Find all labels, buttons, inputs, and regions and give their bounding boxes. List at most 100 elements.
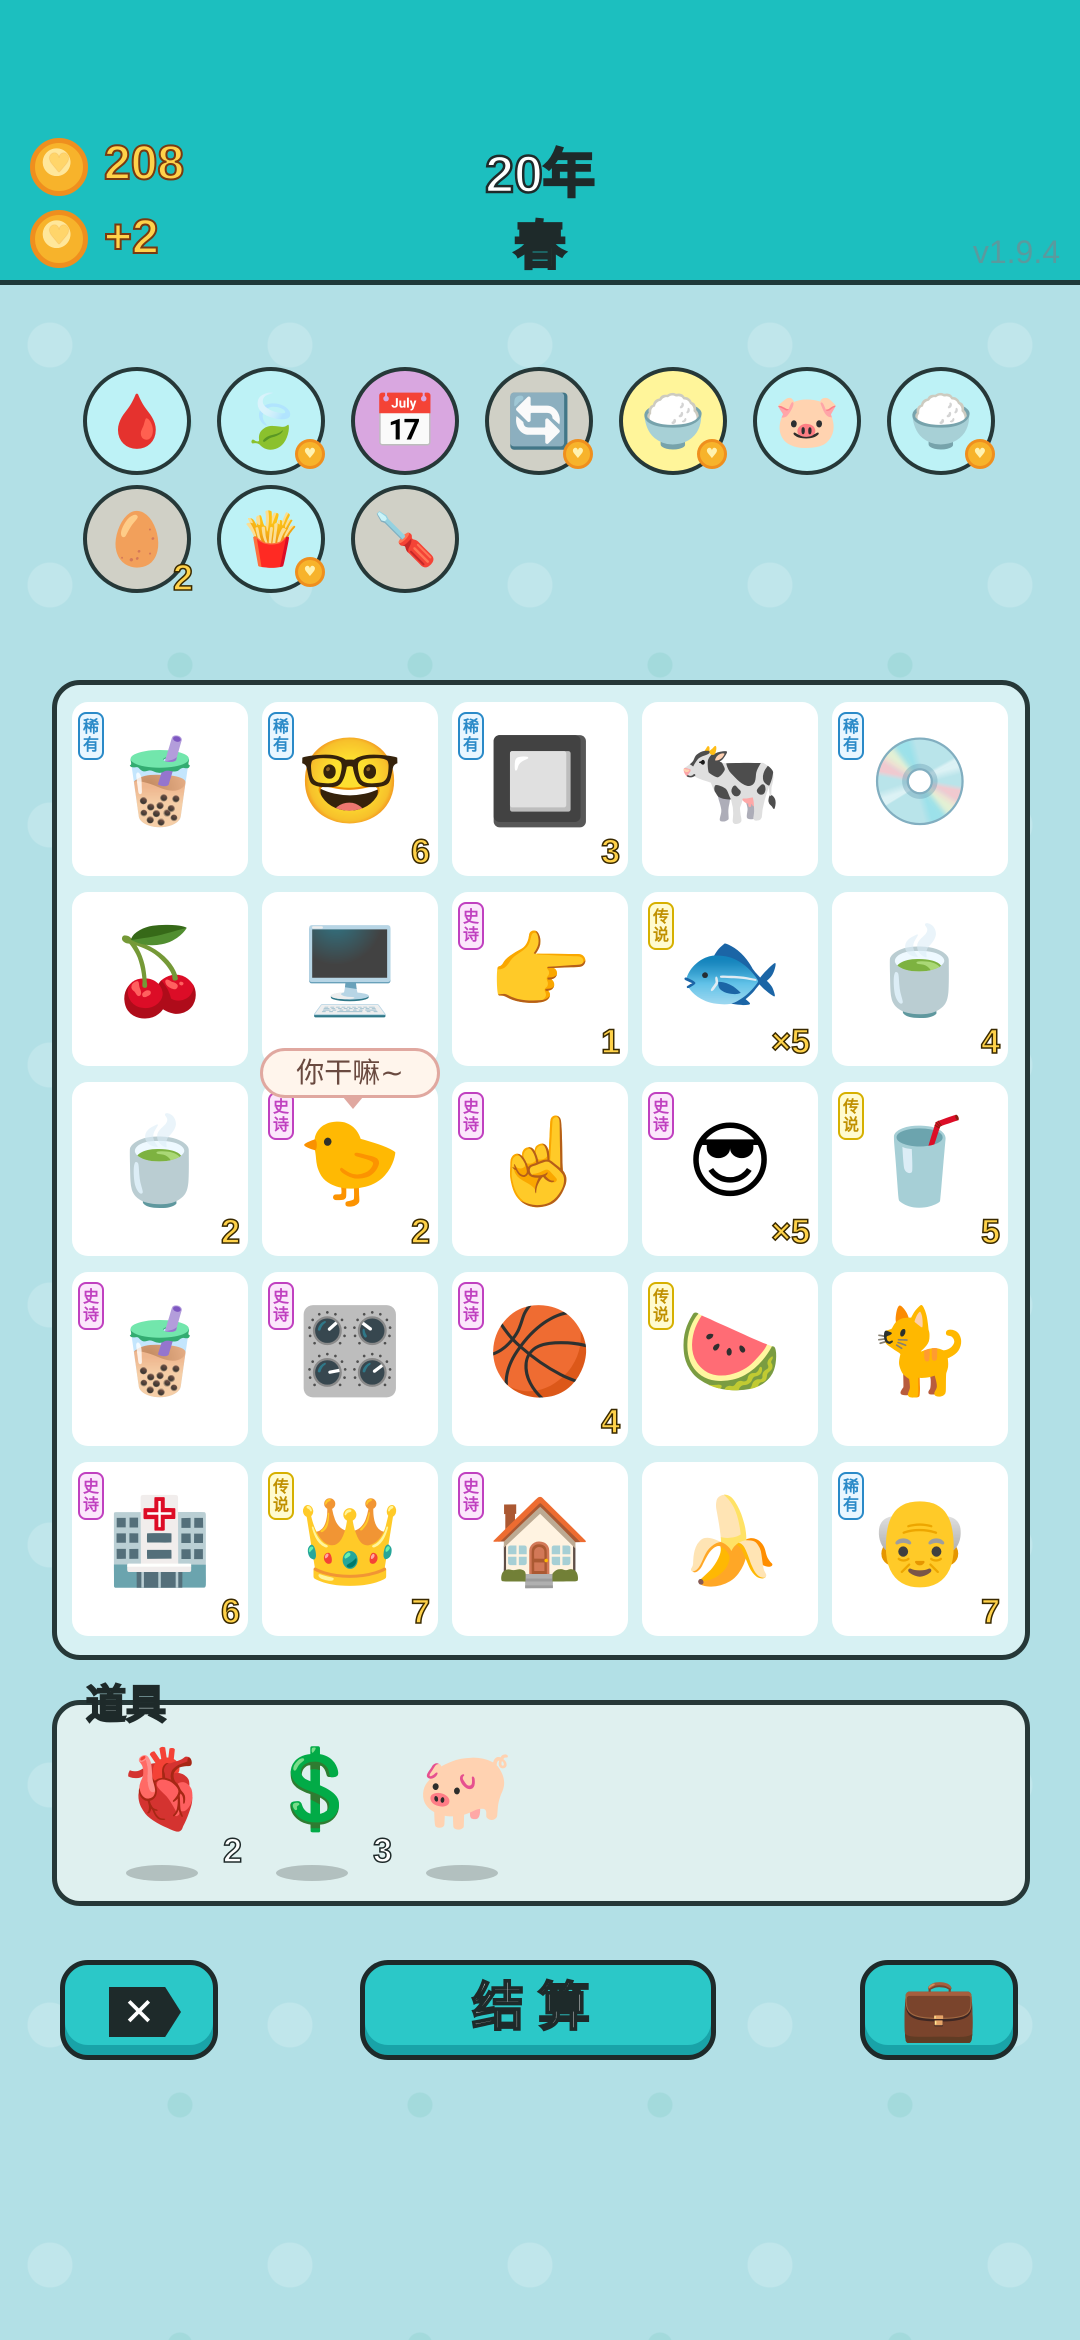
rarity-tag: 稀有 (268, 712, 294, 760)
tool-count: 2 (222, 1831, 242, 1871)
board-cell[interactable]: 🏠 史诗 (452, 1462, 628, 1636)
board-cell[interactable]: 👑 传说 7 (262, 1462, 438, 1636)
board-cell[interactable]: 👴 稀有 7 (832, 1462, 1008, 1636)
item-fries[interactable]: 🍟 ♥ (217, 485, 325, 593)
rarity-tag: 传说 (838, 1092, 864, 1140)
tool-icon: 🫀 (116, 1745, 214, 1835)
rarity-tag: 稀有 (458, 712, 484, 760)
board-cell[interactable]: 🍒 (72, 892, 248, 1066)
calendar-icon: 📅 (372, 391, 438, 452)
board-cell[interactable]: ☝️ 史诗 (452, 1082, 628, 1256)
cell-item-icon: 🐈 (867, 1302, 973, 1400)
item-calendar[interactable]: 📅 (351, 367, 459, 475)
rarity-tag: 史诗 (458, 902, 484, 950)
rarity-tag: 稀有 (838, 1472, 864, 1520)
heart-badge-icon: ♥ (295, 439, 325, 469)
tool-item[interactable]: 🐖 (410, 1745, 520, 1881)
board-cell[interactable]: 🐟 传说 ×5 (642, 892, 818, 1066)
coin-income: +2 (103, 210, 160, 265)
cell-item-icon: 🖥️ (297, 922, 403, 1020)
rarity-tag: 史诗 (78, 1282, 104, 1330)
board-cell[interactable]: 🍵 4 (832, 892, 1008, 1066)
tool-shadow (426, 1865, 498, 1881)
close-button[interactable]: ✕ (60, 1960, 218, 2060)
board-cell[interactable]: 🧋 史诗 (72, 1272, 248, 1446)
cell-count: 1 (600, 1022, 620, 1062)
cell-count: 7 (980, 1592, 1000, 1632)
item-piggy[interactable]: 🐷 (753, 367, 861, 475)
cell-count: 7 (410, 1592, 430, 1632)
item-leaf[interactable]: 🍃 ♥ (217, 367, 325, 475)
board-cell[interactable]: 🏥 史诗 6 (72, 1462, 248, 1636)
board-cell[interactable]: 💿 稀有 (832, 702, 1008, 876)
piggy-icon: 🐷 (774, 391, 840, 452)
item-screwdriver[interactable]: 🪛 (351, 485, 459, 593)
board-cell[interactable]: 🧋 稀有 (72, 702, 248, 876)
board-cell[interactable]: 🍉 传说 (642, 1272, 818, 1446)
rarity-tag: 传说 (268, 1472, 294, 1520)
item-rice-bowl[interactable]: 🍚 ♥ (619, 367, 727, 475)
blood-bag-icon: 🩸 (104, 391, 170, 452)
cell-item-icon: 🍵 (107, 1112, 213, 1210)
board-cell[interactable]: 🎛️ 史诗 (262, 1272, 438, 1446)
tool-item[interactable]: 💲 3 (260, 1745, 393, 1881)
board-cell[interactable]: 😎 史诗 ×5 (642, 1082, 818, 1256)
cell-item-icon: 🍵 (867, 922, 973, 1020)
cell-count: 3 (600, 832, 620, 872)
tool-shadow (276, 1865, 348, 1881)
year-label: 20年 (484, 145, 596, 206)
board-cell[interactable]: 🐈 (832, 1272, 1008, 1446)
rarity-tag: 史诗 (268, 1092, 294, 1140)
screwdriver-icon: 🪛 (372, 509, 438, 570)
rarity-tag: 史诗 (268, 1282, 294, 1330)
speech-bubble: 你干嘛~ (260, 1048, 440, 1109)
heart-coin-income-icon (30, 210, 88, 268)
board-cell[interactable]: 🍵 2 (72, 1082, 248, 1256)
tool-icon: 💲 (266, 1745, 364, 1835)
cell-count: 6 (410, 832, 430, 872)
board-cell[interactable]: 🖥️ (262, 892, 438, 1066)
fries-icon: 🍟 (238, 509, 304, 570)
item-blood-bag[interactable]: 🩸 (83, 367, 191, 475)
version-label: v1.9.4 (972, 234, 1060, 270)
leaf-icon: 🍃 (238, 391, 304, 452)
item-recycle[interactable]: 🔄 ♥ (485, 367, 593, 475)
rarity-tag: 史诗 (78, 1472, 104, 1520)
cell-item-icon: 🍌 (677, 1492, 783, 1590)
heart-badge-icon: ♥ (295, 557, 325, 587)
top-status-bar: 208 +2 20年 春 v1.9.4 (0, 0, 1080, 285)
cell-count: 4 (980, 1022, 1000, 1062)
season-label: 春 (513, 217, 568, 278)
board-cell[interactable]: 🏀 史诗 4 (452, 1272, 628, 1446)
heart-badge-icon: ♥ (697, 439, 727, 469)
board-cell[interactable]: 🐄 (642, 702, 818, 876)
tool-icon: 🐖 (416, 1745, 514, 1835)
heart-badge-icon: ♥ (965, 439, 995, 469)
item-egg-tray[interactable]: 🥚 2 (83, 485, 194, 599)
settle-button[interactable]: 结算 (360, 1960, 716, 2060)
board-cell[interactable]: 🔲 稀有 3 (452, 702, 628, 876)
heart-coin-icon (30, 138, 88, 196)
recycle-icon: 🔄 (506, 391, 572, 452)
item-count: 2 (172, 556, 194, 599)
cell-count: ×5 (770, 1212, 810, 1252)
rarity-tag: 史诗 (648, 1092, 674, 1140)
rarity-tag: 传说 (648, 1282, 674, 1330)
rarity-tag: 史诗 (458, 1282, 484, 1330)
coin-total: 208 (103, 136, 185, 191)
board-cell[interactable]: 👉 史诗 1 (452, 892, 628, 1066)
bag-button[interactable]: 💼 (860, 1960, 1018, 2060)
tool-item[interactable]: 🫀 2 (110, 1745, 243, 1881)
cell-count: 5 (980, 1212, 1000, 1252)
cell-item-icon: 🍒 (107, 922, 213, 1020)
briefcase-icon: 💼 (900, 1972, 978, 2045)
cell-count: ×5 (770, 1022, 810, 1062)
board-cell[interactable]: 🍌 (642, 1462, 818, 1636)
rarity-tag: 稀有 (78, 712, 104, 760)
close-icon: ✕ (109, 1987, 181, 2037)
board-cell[interactable]: 🤓 稀有 6 (262, 702, 438, 876)
rarity-tag: 稀有 (838, 712, 864, 760)
rice-bowl-2-icon: 🍚 (908, 391, 974, 452)
item-rice-bowl-2[interactable]: 🍚 ♥ (887, 367, 995, 475)
board-cell[interactable]: 🥤 传说 5 (832, 1082, 1008, 1256)
